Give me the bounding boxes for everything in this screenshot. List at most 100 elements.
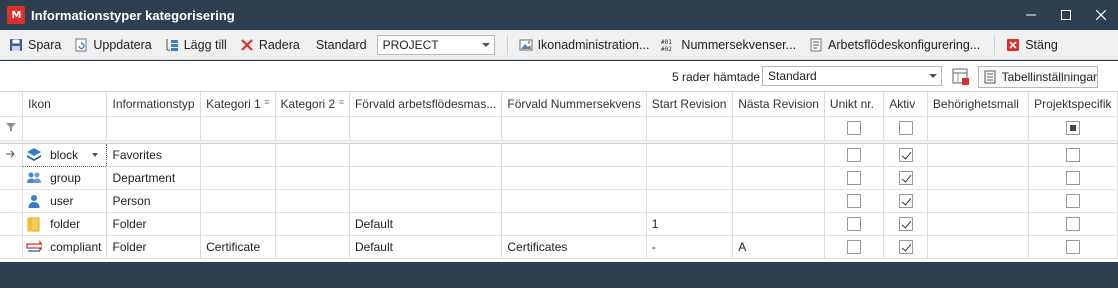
number-sequence-cell[interactable]	[501, 212, 647, 236]
next-revision-cell[interactable]: A	[732, 235, 825, 259]
project-specific-checkbox[interactable]	[1066, 170, 1081, 185]
filter-cell[interactable]	[646, 116, 734, 141]
filter-cell[interactable]	[200, 116, 276, 141]
column-header[interactable]: Informationstyp	[106, 92, 202, 117]
close-button[interactable]: Stäng	[1001, 33, 1062, 57]
next-revision-cell[interactable]	[732, 189, 825, 213]
next-revision-cell[interactable]	[732, 212, 825, 236]
close-window-button[interactable]	[1083, 0, 1118, 30]
column-header[interactable]: Förvald arbetsflödesmas...	[349, 92, 503, 117]
icon-admin-button[interactable]: Ikonadministration...	[514, 33, 654, 57]
unique-nr-checkbox[interactable]	[847, 239, 862, 254]
maximize-button[interactable]	[1048, 0, 1083, 30]
unique-nr-checkbox[interactable]	[847, 193, 862, 208]
table-row[interactable]: group Department	[0, 166, 1118, 190]
filter-cell[interactable]	[349, 116, 503, 141]
column-header[interactable]: Projektspecifik	[1028, 92, 1118, 117]
filter-cell[interactable]	[275, 116, 350, 141]
save-button[interactable]: Spara	[4, 33, 65, 57]
filter-cell[interactable]	[22, 116, 108, 141]
category1-cell[interactable]	[200, 166, 276, 190]
filter-cell[interactable]	[732, 116, 825, 141]
export-button[interactable]	[950, 66, 972, 88]
active-checkbox[interactable]	[898, 170, 913, 185]
workflow-template-cell[interactable]: Default	[349, 235, 503, 259]
category2-cell[interactable]	[275, 235, 350, 259]
number-sequence-cell[interactable]	[501, 189, 647, 213]
number-sequence-cell[interactable]: Certificates	[501, 235, 647, 259]
number-sequence-cell[interactable]	[501, 166, 647, 190]
category1-cell[interactable]	[200, 143, 276, 167]
project-specific-checkbox[interactable]	[1066, 193, 1081, 208]
filter-cell[interactable]	[106, 116, 202, 141]
active-checkbox[interactable]	[898, 147, 913, 162]
table-row[interactable]: folder Folder Default 1	[0, 212, 1118, 236]
permission-template-cell[interactable]	[927, 212, 1030, 236]
start-revision-cell[interactable]	[646, 143, 734, 167]
category2-cell[interactable]	[275, 143, 350, 167]
view-dropdown[interactable]: Standard	[762, 66, 942, 86]
permission-template-cell[interactable]	[927, 166, 1030, 190]
info-type-cell[interactable]: Person	[106, 189, 202, 213]
category1-cell[interactable]	[200, 189, 276, 213]
filter-cell[interactable]	[883, 116, 928, 141]
delete-button[interactable]: Radera	[235, 33, 304, 57]
project-specific-checkbox[interactable]	[1066, 147, 1081, 162]
column-header[interactable]: Kategori 2 ≡	[275, 92, 350, 117]
workflow-template-cell[interactable]	[349, 143, 503, 167]
start-revision-cell[interactable]	[646, 166, 734, 190]
workflow-config-button[interactable]: Arbetsflödeskonfigurering...	[804, 33, 984, 57]
start-revision-cell[interactable]	[646, 189, 734, 213]
workflow-template-cell[interactable]	[349, 189, 503, 213]
icon-cell[interactable]: user	[22, 189, 108, 213]
start-revision-cell[interactable]: 1	[646, 212, 734, 236]
start-revision-cell[interactable]: -	[646, 235, 734, 259]
column-header[interactable]: Behörighetsmall	[927, 92, 1030, 117]
active-checkbox[interactable]	[898, 193, 913, 208]
filter-unique-checkbox[interactable]	[847, 121, 862, 136]
table-row[interactable]: user Person	[0, 189, 1118, 213]
add-button[interactable]: Lägg till	[160, 33, 231, 57]
icon-cell[interactable]: block	[22, 142, 108, 167]
icon-cell[interactable]: compliant	[22, 235, 108, 259]
permission-template-cell[interactable]	[927, 235, 1030, 259]
next-revision-cell[interactable]	[732, 143, 825, 167]
unique-nr-checkbox[interactable]	[847, 147, 862, 162]
chevron-down-icon[interactable]	[92, 152, 99, 157]
filter-projspec-checkbox[interactable]	[1066, 121, 1081, 136]
filter-cell[interactable]	[824, 116, 885, 141]
project-dropdown[interactable]: PROJECT	[376, 34, 495, 55]
workflow-template-cell[interactable]: Default	[349, 212, 503, 236]
refresh-button[interactable]: Uppdatera	[69, 33, 155, 57]
number-sequences-button[interactable]: #01 #02 Nummersekvenser...	[657, 33, 800, 57]
table-row[interactable]: block Favorites	[0, 142, 1118, 167]
icon-cell[interactable]: folder	[22, 212, 108, 236]
project-specific-checkbox[interactable]	[1066, 239, 1081, 254]
unique-nr-checkbox[interactable]	[847, 216, 862, 231]
info-type-cell[interactable]: Department	[106, 166, 202, 190]
column-header[interactable]: Nästa Revision	[732, 92, 825, 117]
minimize-button[interactable]	[1013, 0, 1048, 30]
column-header[interactable]: Start Revision	[646, 92, 734, 117]
permission-template-cell[interactable]	[927, 189, 1030, 213]
filter-cell[interactable]	[1028, 116, 1118, 141]
active-checkbox[interactable]	[898, 239, 913, 254]
category2-cell[interactable]	[275, 212, 350, 236]
filter-cell[interactable]	[927, 116, 1030, 141]
project-specific-checkbox[interactable]	[1066, 216, 1081, 231]
column-header[interactable]: Ikon	[22, 92, 108, 117]
category2-cell[interactable]	[275, 166, 350, 190]
column-header[interactable]: Unikt nr.	[824, 92, 885, 117]
next-revision-cell[interactable]	[732, 166, 825, 190]
permission-template-cell[interactable]	[927, 143, 1030, 167]
active-checkbox[interactable]	[898, 216, 913, 231]
unique-nr-checkbox[interactable]	[847, 170, 862, 185]
info-type-cell[interactable]: Folder	[106, 212, 202, 236]
number-sequence-cell[interactable]	[501, 143, 647, 167]
filter-active-checkbox[interactable]	[898, 121, 913, 136]
category2-cell[interactable]	[275, 189, 350, 213]
column-header[interactable]: Aktiv	[883, 92, 928, 117]
workflow-template-cell[interactable]	[349, 166, 503, 190]
icon-cell[interactable]: group	[22, 166, 108, 190]
table-row[interactable]: compliant Folder Certificate Default Cer…	[0, 235, 1118, 259]
